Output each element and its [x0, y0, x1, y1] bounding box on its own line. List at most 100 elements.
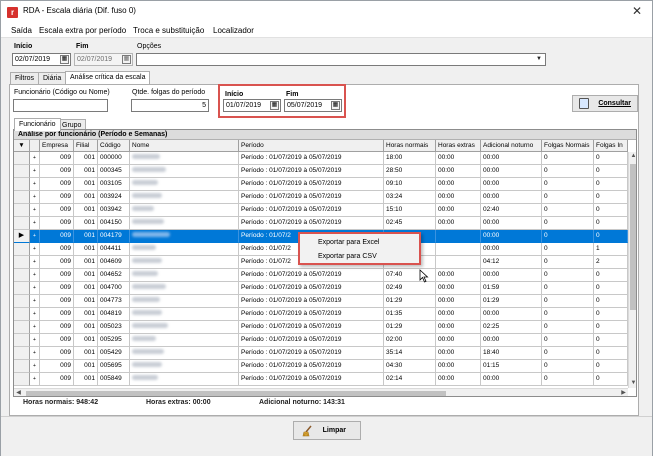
- cell-adicional-noturno[interactable]: 01:59: [481, 282, 542, 295]
- cell-folgas-in[interactable]: 0: [594, 217, 628, 230]
- cell-horas-extras[interactable]: 00:00: [436, 373, 481, 386]
- cell-codigo[interactable]: 004819: [98, 308, 130, 321]
- cell-codigo[interactable]: 004773: [98, 295, 130, 308]
- cell-filial[interactable]: 001: [74, 191, 98, 204]
- cell-horas-normais[interactable]: 02:14: [384, 373, 436, 386]
- inicio-date-input[interactable]: 02/07/2019 ▦: [12, 53, 71, 66]
- scroll-down-icon[interactable]: ▼: [629, 379, 636, 388]
- cell-folgas-normais[interactable]: 0: [542, 152, 594, 165]
- row-indicator[interactable]: [14, 308, 30, 321]
- cell-empresa[interactable]: 009: [40, 152, 74, 165]
- cell-periodo[interactable]: Período : 01/07/2019 à 05/07/2019: [239, 295, 384, 308]
- cell-nome[interactable]: [130, 269, 239, 282]
- cell-adicional-noturno[interactable]: 00:00: [481, 373, 542, 386]
- tab-filtros[interactable]: Filtros: [10, 72, 40, 84]
- row-indicator[interactable]: [14, 295, 30, 308]
- cell-empresa[interactable]: 009: [40, 282, 74, 295]
- col-header-empresa[interactable]: Empresa: [40, 140, 74, 152]
- cell-horas-extras[interactable]: 00:00: [436, 204, 481, 217]
- tab-analise-critica[interactable]: Análise crítica da escala: [65, 71, 151, 84]
- table-row[interactable]: +009 001 004150 Período : 01/07/2019 à 05/0…: [14, 217, 636, 230]
- row-indicator[interactable]: [14, 256, 30, 269]
- cell-codigo[interactable]: 000345: [98, 165, 130, 178]
- cell-periodo[interactable]: Período : 01/07/2019 à 05/07/2019: [239, 217, 384, 230]
- cell-folgas-normais[interactable]: 0: [542, 347, 594, 360]
- cell-horas-extras[interactable]: 00:00: [436, 295, 481, 308]
- cell-empresa[interactable]: 009: [40, 373, 74, 386]
- table-row[interactable]: +009 001 005023 Período : 01/07/2019 à 05/0…: [14, 321, 636, 334]
- cell-adicional-noturno[interactable]: 04:12: [481, 256, 542, 269]
- row-indicator[interactable]: [14, 373, 30, 386]
- cell-horas-extras[interactable]: 00:00: [436, 269, 481, 282]
- cell-folgas-normais[interactable]: 0: [542, 230, 594, 243]
- table-row[interactable]: +009 001 003105 Período : 01/07/2019 à 05/0…: [14, 178, 636, 191]
- cell-horas-extras[interactable]: 00:00: [436, 308, 481, 321]
- cell-filial[interactable]: 001: [74, 243, 98, 256]
- row-selector-header[interactable]: ▼: [14, 140, 30, 152]
- cell-codigo[interactable]: 005295: [98, 334, 130, 347]
- cell-horas-normais[interactable]: 15:10: [384, 204, 436, 217]
- cell-folgas-normais[interactable]: 0: [542, 282, 594, 295]
- cell-nome[interactable]: [130, 308, 239, 321]
- scroll-thumb[interactable]: [26, 391, 446, 396]
- cell-folgas-normais[interactable]: 0: [542, 269, 594, 282]
- cell-folgas-normais[interactable]: 0: [542, 360, 594, 373]
- row-indicator[interactable]: [14, 269, 30, 282]
- cell-nome[interactable]: [130, 204, 239, 217]
- cell-nome[interactable]: [130, 191, 239, 204]
- cell-nome[interactable]: [130, 217, 239, 230]
- col-header-horas-normais[interactable]: Horas normais: [384, 140, 436, 152]
- row-indicator[interactable]: [14, 243, 30, 256]
- cell-horas-normais[interactable]: 09:10: [384, 178, 436, 191]
- cell-nome[interactable]: [130, 165, 239, 178]
- table-row[interactable]: +009 001 005695 Período : 01/07/2019 à 05/0…: [14, 360, 636, 373]
- menu-saida[interactable]: Saída: [11, 26, 32, 35]
- cell-horas-extras[interactable]: 00:00: [436, 217, 481, 230]
- cell-empresa[interactable]: 009: [40, 360, 74, 373]
- cell-adicional-noturno[interactable]: 00:00: [481, 152, 542, 165]
- cell-filial[interactable]: 001: [74, 165, 98, 178]
- cell-nome[interactable]: [130, 373, 239, 386]
- cell-codigo[interactable]: 004411: [98, 243, 130, 256]
- cell-periodo[interactable]: Período : 01/07/2019 à 05/07/2019: [239, 308, 384, 321]
- menu-export-csv[interactable]: Exportar para CSV: [318, 253, 377, 260]
- cell-periodo[interactable]: Período : 01/07/2019 à 05/07/2019: [239, 334, 384, 347]
- cell-folgas-in[interactable]: 0: [594, 282, 628, 295]
- cell-adicional-noturno[interactable]: 01:15: [481, 360, 542, 373]
- cell-empresa[interactable]: 009: [40, 178, 74, 191]
- cell-periodo[interactable]: Período : 01/07/2019 à 05/07/2019: [239, 321, 384, 334]
- cell-filial[interactable]: 001: [74, 347, 98, 360]
- menu-troca-substituicao[interactable]: Troca e substituição: [133, 26, 204, 35]
- cell-folgas-in[interactable]: 0: [594, 230, 628, 243]
- cell-folgas-normais[interactable]: 0: [542, 308, 594, 321]
- cell-empresa[interactable]: 009: [40, 217, 74, 230]
- menu-localizador[interactable]: Localizador: [213, 26, 254, 35]
- limpar-button[interactable]: Limpar: [293, 421, 361, 440]
- cell-codigo[interactable]: 004652: [98, 269, 130, 282]
- cell-folgas-in[interactable]: 0: [594, 191, 628, 204]
- row-indicator[interactable]: [14, 217, 30, 230]
- table-row[interactable]: +009 001 005295 Período : 01/07/2019 à 05/0…: [14, 334, 636, 347]
- cell-folgas-in[interactable]: 0: [594, 347, 628, 360]
- chevron-down-icon[interactable]: ▼: [534, 55, 544, 64]
- col-header-periodo[interactable]: Período: [239, 140, 384, 152]
- cell-nome[interactable]: [130, 256, 239, 269]
- cell-codigo[interactable]: 005849: [98, 373, 130, 386]
- cell-codigo[interactable]: 005023: [98, 321, 130, 334]
- row-indicator[interactable]: [14, 347, 30, 360]
- table-row[interactable]: +009 001 000000 Período : 01/07/2019 à 05/0…: [14, 152, 636, 165]
- row-indicator[interactable]: [14, 282, 30, 295]
- tab-funcionario[interactable]: Funcionário: [14, 118, 61, 131]
- scroll-up-icon[interactable]: ▲: [629, 152, 636, 161]
- cell-filial[interactable]: 001: [74, 334, 98, 347]
- cell-empresa[interactable]: 009: [40, 165, 74, 178]
- cell-folgas-normais[interactable]: 0: [542, 256, 594, 269]
- cell-adicional-noturno[interactable]: 00:00: [481, 308, 542, 321]
- cell-codigo[interactable]: 003924: [98, 191, 130, 204]
- cell-filial[interactable]: 001: [74, 230, 98, 243]
- menu-export-excel[interactable]: Exportar para Excel: [318, 239, 379, 246]
- cell-empresa[interactable]: 009: [40, 295, 74, 308]
- cell-adicional-noturno[interactable]: 00:00: [481, 334, 542, 347]
- tab-diaria[interactable]: Diária: [38, 72, 67, 84]
- row-indicator[interactable]: [14, 360, 30, 373]
